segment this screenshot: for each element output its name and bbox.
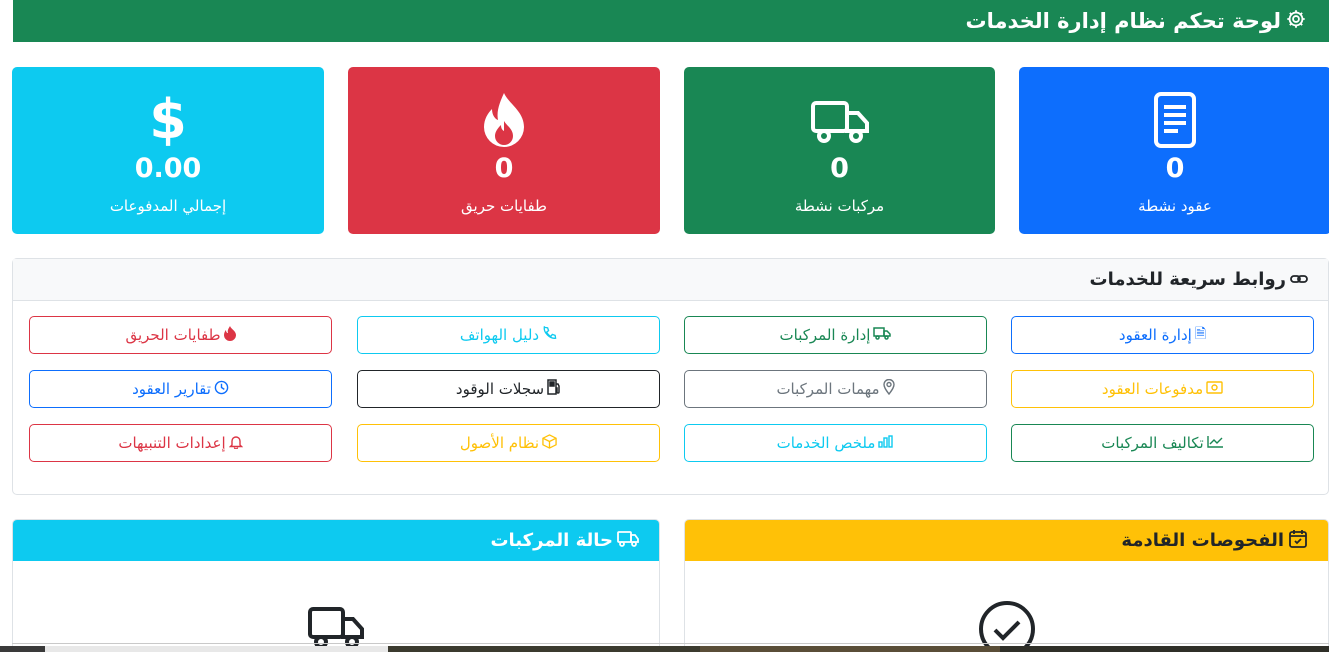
stat-label: إجمالي المدفوعات bbox=[109, 197, 227, 215]
link-alert-settings[interactable]: إعدادات التنبيهات bbox=[29, 424, 332, 462]
link-services-summary[interactable]: ملخص الخدمات bbox=[684, 424, 987, 462]
clock-icon bbox=[214, 380, 229, 399]
upcoming-inspections-title: الفحوصات القادمة bbox=[1121, 530, 1284, 551]
stat-card-vehicles: 0 مركبات نشطة bbox=[684, 67, 995, 234]
map-pin-icon bbox=[882, 378, 895, 399]
link-vehicle-costs[interactable]: تكاليف المركبات bbox=[1011, 424, 1314, 462]
box-icon bbox=[542, 433, 557, 453]
link-vehicles-management[interactable]: إدارة المركبات bbox=[684, 316, 987, 354]
calendar-check-icon bbox=[1288, 529, 1308, 553]
stat-value: 0 bbox=[494, 153, 514, 184]
vehicle-status-title: حالة المركبات bbox=[490, 530, 613, 551]
cash-icon bbox=[1206, 380, 1223, 398]
link-contract-reports[interactable]: تقارير العقود bbox=[29, 370, 332, 408]
bell-icon bbox=[228, 434, 243, 453]
link-phone-directory[interactable]: دليل الهواتف bbox=[357, 316, 660, 354]
link-label: طفايات الحريق bbox=[125, 326, 221, 344]
link-icon bbox=[1290, 270, 1308, 289]
link-label: دليل الهواتف bbox=[459, 326, 540, 344]
link-label: تكاليف المركبات bbox=[1101, 434, 1204, 452]
stats-row: 0 عقود نشطة 0 مركبات نشطة 0 طفايات حريق … bbox=[12, 67, 1329, 235]
stat-card-contracts: 0 عقود نشطة bbox=[1019, 67, 1329, 234]
truck-icon bbox=[684, 91, 995, 149]
link-fuel-logs[interactable]: سجلات الوقود bbox=[357, 370, 660, 408]
file-text-icon: 🗎 bbox=[1194, 326, 1207, 342]
link-vehicle-tasks[interactable]: مهمات المركبات bbox=[684, 370, 987, 408]
quick-links-title: روابط سريعة للخدمات bbox=[1089, 269, 1287, 290]
taskbar-strip bbox=[0, 646, 1329, 652]
link-label: إدارة العقود bbox=[1118, 326, 1192, 344]
link-label: إدارة المركبات bbox=[779, 326, 871, 344]
link-label: مدفوعات العقود bbox=[1101, 380, 1204, 398]
link-assets-system[interactable]: نظام الأصول bbox=[357, 424, 660, 462]
stat-card-payments: $ 0.00 إجمالي المدفوعات bbox=[12, 67, 324, 234]
link-label: نظام الأصول bbox=[459, 434, 540, 452]
link-label: سجلات الوقود bbox=[455, 380, 545, 398]
vehicle-status-panel: حالة المركبات bbox=[12, 519, 660, 652]
stat-label: طفايات حريق bbox=[461, 197, 547, 215]
vehicle-status-header: حالة المركبات bbox=[13, 520, 659, 561]
truck-icon bbox=[873, 326, 892, 344]
stat-card-extinguishers: 0 طفايات حريق bbox=[348, 67, 660, 234]
fuel-pump-icon bbox=[547, 379, 561, 399]
link-contracts-management[interactable]: 🗎 إدارة العقود bbox=[1011, 316, 1314, 354]
page-header: لوحة تحكم نظام إدارة الخدمات bbox=[13, 0, 1329, 42]
stat-value: 0 bbox=[1165, 153, 1185, 184]
quick-links-header: روابط سريعة للخدمات bbox=[13, 259, 1328, 301]
truck-icon bbox=[617, 530, 639, 551]
viewport-edge bbox=[12, 643, 1329, 644]
upcoming-inspections-header: الفحوصات القادمة bbox=[685, 520, 1328, 561]
graph-up-icon bbox=[1207, 434, 1224, 452]
link-label: مهمات المركبات bbox=[776, 380, 880, 398]
quick-links-card: روابط سريعة للخدمات 🗎 إدارة العقود إدارة… bbox=[12, 258, 1329, 495]
link-label: تقارير العقود bbox=[132, 380, 211, 398]
gear-icon bbox=[1285, 8, 1307, 34]
link-label: ملخص الخدمات bbox=[776, 434, 876, 452]
stat-label: عقود نشطة bbox=[1138, 197, 1212, 215]
link-fire-extinguishers[interactable]: طفايات الحريق bbox=[29, 316, 332, 354]
link-contract-payments[interactable]: مدفوعات العقود bbox=[1011, 370, 1314, 408]
upcoming-inspections-panel: الفحوصات القادمة bbox=[684, 519, 1329, 652]
fire-icon bbox=[348, 91, 660, 149]
fire-icon bbox=[223, 325, 236, 345]
check-circle-icon bbox=[685, 600, 1328, 652]
dollar-icon: $ bbox=[149, 88, 187, 151]
document-icon bbox=[1019, 91, 1329, 149]
stat-label: مركبات نشطة bbox=[794, 197, 885, 215]
page-title: لوحة تحكم نظام إدارة الخدمات bbox=[965, 9, 1281, 33]
bar-chart-icon bbox=[878, 434, 894, 452]
stat-value: 0.00 bbox=[134, 153, 202, 184]
phone-icon bbox=[542, 325, 557, 345]
stat-value: 0 bbox=[830, 153, 849, 184]
link-label: إعدادات التنبيهات bbox=[118, 434, 226, 452]
dashboard-page: لوحة تحكم نظام إدارة الخدمات 0 عقود نشطة bbox=[0, 0, 1329, 652]
